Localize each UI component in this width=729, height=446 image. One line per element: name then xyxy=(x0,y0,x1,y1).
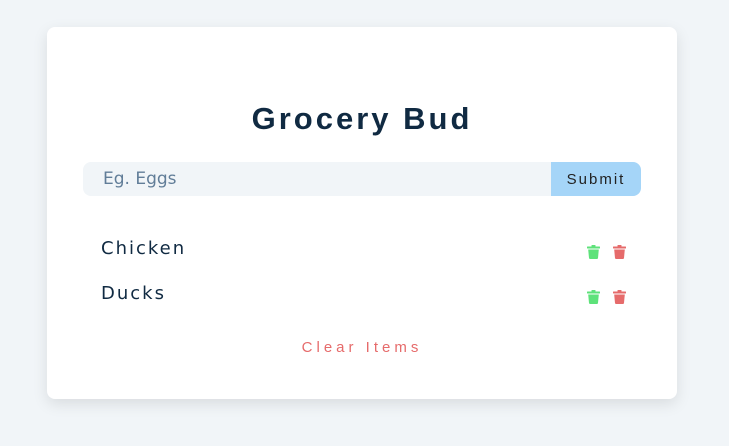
app-title: Grocery Bud xyxy=(251,101,473,136)
list-item: Chicken xyxy=(101,232,631,277)
item-title: Chicken xyxy=(101,238,187,259)
submit-button[interactable]: Submit xyxy=(551,162,641,196)
delete-button[interactable] xyxy=(611,244,627,260)
trash-icon xyxy=(586,245,600,259)
item-actions xyxy=(585,244,627,260)
trash-icon xyxy=(612,245,626,259)
delete-button[interactable] xyxy=(611,289,627,305)
grocery-list: Chicken Ducks xyxy=(101,232,631,322)
trash-icon xyxy=(586,290,600,304)
grocery-form: Submit xyxy=(83,162,641,196)
edit-button[interactable] xyxy=(585,289,601,305)
grocery-card: Grocery Bud Submit Chicken xyxy=(47,27,677,399)
grocery-input[interactable] xyxy=(83,162,551,196)
trash-icon xyxy=(612,290,626,304)
item-actions xyxy=(585,289,627,305)
clear-items-button[interactable]: Clear Items xyxy=(262,339,462,356)
edit-button[interactable] xyxy=(585,244,601,260)
list-item: Ducks xyxy=(101,277,631,322)
item-title: Ducks xyxy=(101,283,166,304)
